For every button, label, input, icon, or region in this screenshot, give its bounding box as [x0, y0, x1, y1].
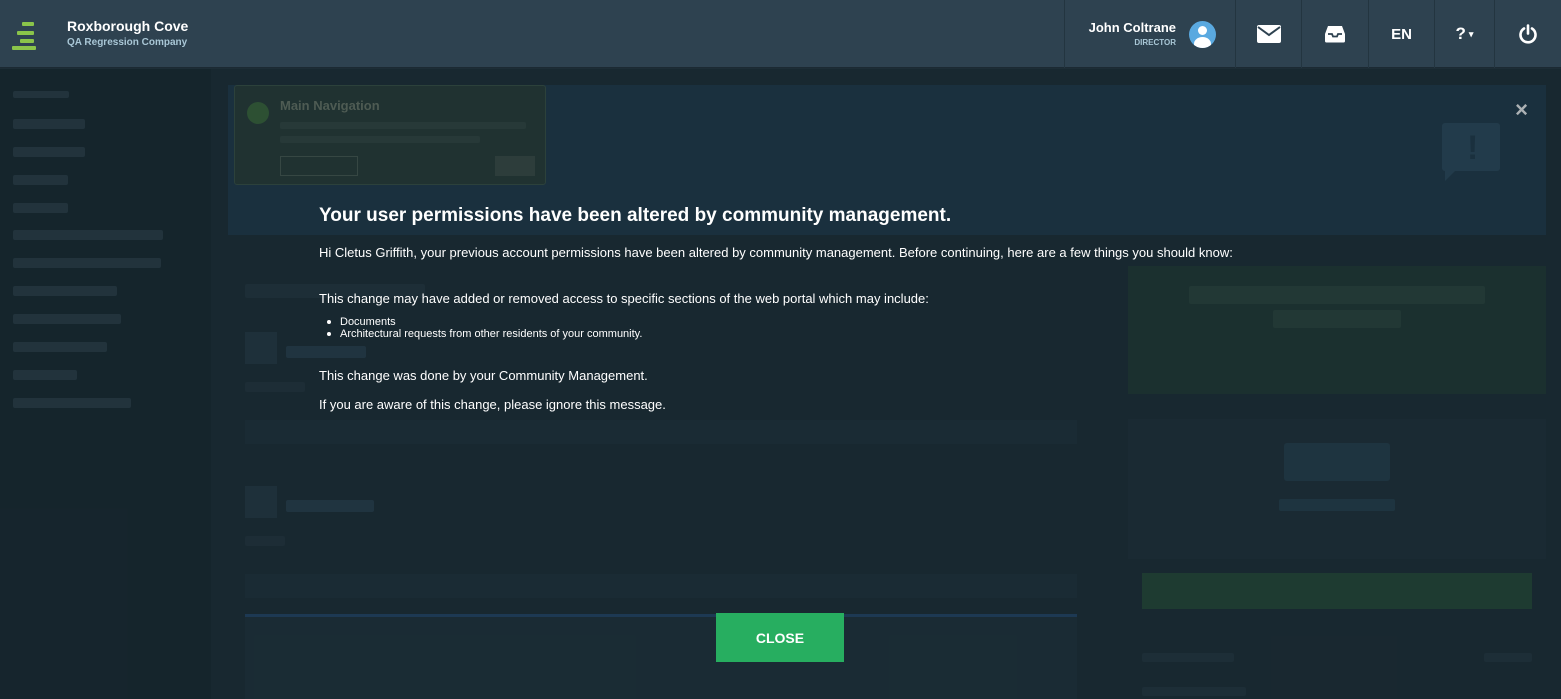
modal-change-note: This change may have added or removed ac… [319, 291, 929, 306]
company-name: QA Regression Company [67, 37, 188, 48]
avatar-icon[interactable] [1189, 21, 1216, 48]
user-name: John Coltrane [1088, 20, 1176, 35]
affected-sections-list: Documents Architectural requests from ot… [326, 316, 643, 340]
list-item: Architectural requests from other reside… [326, 328, 643, 340]
list-item: Documents [326, 316, 642, 328]
inbox-tray-icon [1325, 26, 1345, 43]
logout-button[interactable] [1494, 0, 1561, 68]
power-icon [1519, 24, 1537, 44]
language-selector[interactable]: EN [1368, 0, 1434, 68]
help-menu-button[interactable]: ? ▾ [1434, 0, 1494, 68]
modal-overlay [0, 69, 1561, 699]
close-button[interactable]: CLOSE [716, 613, 844, 662]
user-role: DIRECTOR [1134, 38, 1176, 47]
caret-down-icon: ▾ [1468, 28, 1474, 39]
modal-intro: Hi Cletus Griffith, your previous accoun… [319, 245, 1233, 260]
envelope-icon [1256, 25, 1281, 43]
user-menu[interactable]: John Coltrane DIRECTOR [1064, 0, 1235, 68]
help-label: ? [1455, 24, 1466, 43]
inbox-button[interactable] [1301, 0, 1368, 68]
community-name: Roxborough Cove [67, 18, 189, 34]
modal-done-by: This change was done by your Community M… [319, 368, 648, 383]
top-header: Roxborough Cove QA Regression Company Jo… [0, 0, 1561, 68]
messages-button[interactable] [1235, 0, 1301, 68]
modal-title: Your user permissions have been altered … [319, 205, 952, 226]
modal-ignore-note: If you are aware of this change, please … [319, 397, 666, 412]
brand-logo-icon[interactable] [10, 20, 38, 50]
